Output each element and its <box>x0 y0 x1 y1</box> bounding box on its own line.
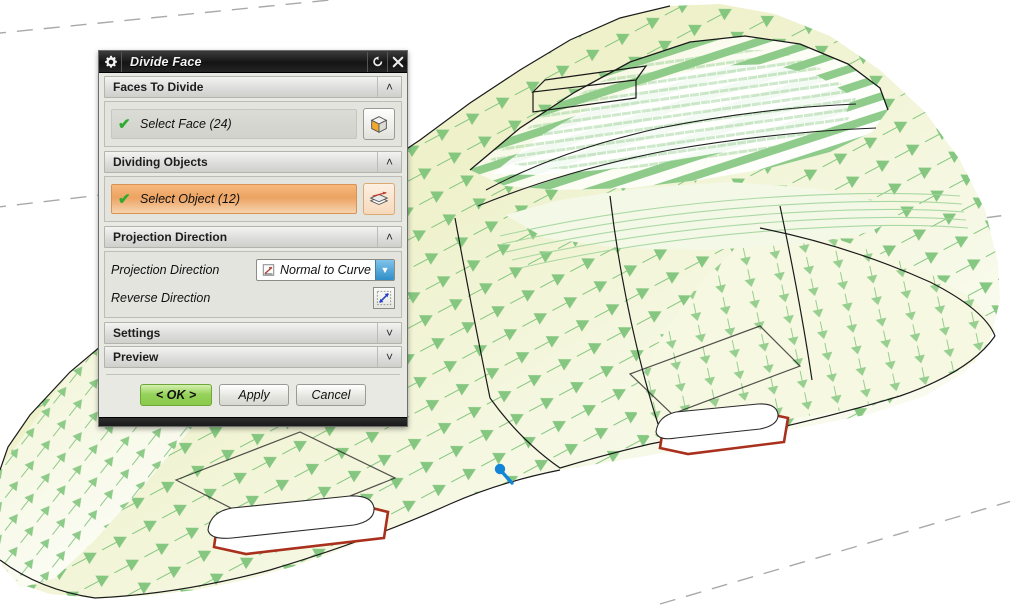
check-icon: ✔ <box>118 115 131 133</box>
ok-button[interactable]: < OK > <box>140 384 212 406</box>
reset-arrow-glyph <box>372 55 382 66</box>
projection-vector-icon <box>257 263 277 277</box>
projection-direction-label: Projection Direction <box>111 263 220 277</box>
section-header-projection-direction[interactable]: Projection Direction ˄ <box>104 226 402 248</box>
dialog-titlebar[interactable]: Divide Face <box>99 51 407 73</box>
section-label: Faces To Divide <box>113 80 204 94</box>
section-label: Dividing Objects <box>113 155 208 169</box>
select-face-row[interactable]: ✔ Select Face (24) <box>111 109 357 139</box>
chevron-down-icon[interactable]: ˅ <box>377 323 401 343</box>
section-label: Projection Direction <box>113 230 228 244</box>
close-icon[interactable] <box>387 51 407 72</box>
chevron-down-icon[interactable]: ▼ <box>375 260 394 280</box>
projection-direction-panel: Projection Direction Normal to Curve ▼ R… <box>104 251 402 318</box>
projection-direction-select[interactable]: Normal to Curve ▼ <box>256 259 395 281</box>
dividing-objects-panel: ✔ Select Object (12) <box>104 176 402 222</box>
cube-face-icon[interactable] <box>363 108 395 140</box>
chevron-up-icon[interactable]: ˄ <box>377 77 401 97</box>
cancel-button[interactable]: Cancel <box>296 384 366 406</box>
projection-vector-glyph <box>262 264 275 276</box>
dialog-bottom-shadow <box>99 417 407 426</box>
dialog-body: Faces To Divide ˄ ✔ Select Face (24) Div… <box>99 73 407 375</box>
chevron-up-icon[interactable]: ˄ <box>377 152 401 172</box>
faces-to-divide-panel: ✔ Select Face (24) <box>104 101 402 147</box>
chevron-down-icon[interactable]: ˅ <box>377 347 401 367</box>
dialog-title: Divide Face <box>130 54 202 69</box>
section-label: Settings <box>113 326 161 340</box>
close-glyph <box>392 56 403 67</box>
section-label: Preview <box>113 350 159 364</box>
select-face-label: Select Face (24) <box>140 117 232 131</box>
chevron-up-icon[interactable]: ˄ <box>377 227 401 247</box>
reverse-direction-icon[interactable] <box>373 287 395 309</box>
reverse-direction-row: Reverse Direction <box>111 286 395 310</box>
cube-face-glyph <box>370 116 388 133</box>
section-header-dividing-objects[interactable]: Dividing Objects ˄ <box>104 151 402 173</box>
reset-arrow-icon[interactable] <box>367 51 387 72</box>
select-object-label: Select Object (12) <box>140 192 241 206</box>
layered-planes-icon[interactable] <box>363 183 395 215</box>
projection-direction-row: Projection Direction Normal to Curve ▼ <box>111 258 395 282</box>
layered-planes-glyph <box>369 191 389 206</box>
section-header-settings[interactable]: Settings ˅ <box>104 322 402 344</box>
gear-icon[interactable] <box>100 51 122 72</box>
gear-icon-glyph <box>104 55 117 68</box>
reverse-direction-glyph <box>376 290 392 306</box>
section-header-preview[interactable]: Preview ˅ <box>104 346 402 368</box>
section-header-faces-to-divide[interactable]: Faces To Divide ˄ <box>104 76 402 98</box>
projection-direction-value: Normal to Curve <box>280 263 371 277</box>
divide-face-dialog[interactable]: Divide Face Faces To Divide ˄ ✔ Select F… <box>98 50 408 427</box>
application-window: Divide Face Faces To Divide ˄ ✔ Select F… <box>0 0 1010 607</box>
dialog-footer: < OK > Apply Cancel <box>99 375 407 417</box>
select-object-row[interactable]: ✔ Select Object (12) <box>111 184 357 214</box>
check-icon: ✔ <box>118 190 131 208</box>
apply-button[interactable]: Apply <box>219 384 289 406</box>
reverse-direction-label: Reverse Direction <box>111 291 211 305</box>
